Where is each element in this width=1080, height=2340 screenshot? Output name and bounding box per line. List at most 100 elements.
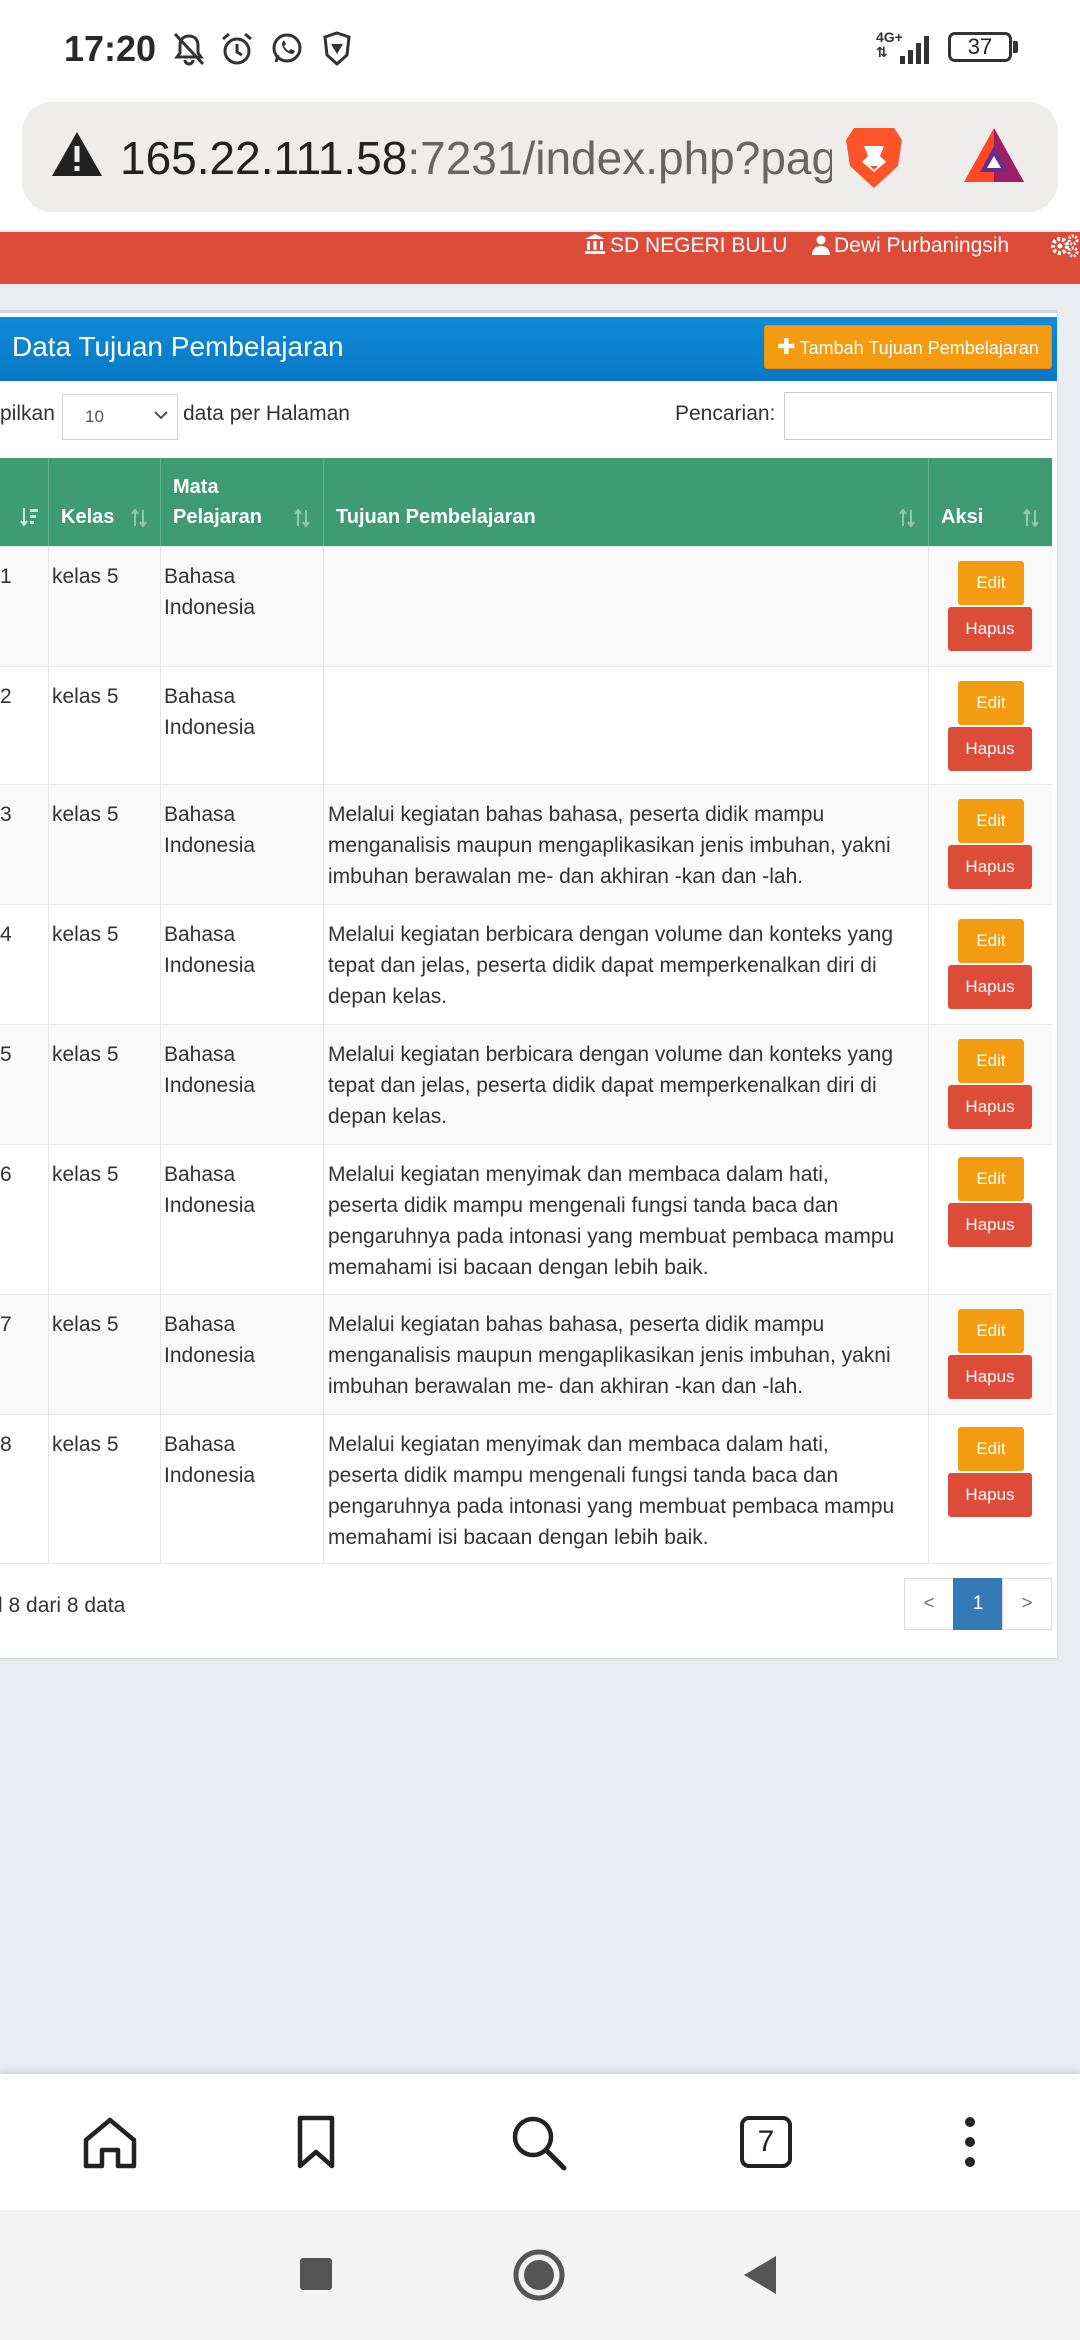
table-row: 7 kelas 5 Bahasa Indonesia Melalui kegia… (0, 1294, 1052, 1414)
back-icon[interactable] (740, 2254, 780, 2296)
delete-button[interactable]: Hapus (948, 1203, 1032, 1247)
table-row: 3 kelas 5 Bahasa Indonesia Melalui kegia… (0, 784, 1052, 904)
cell-no: 4 (0, 923, 12, 946)
home-nav-icon[interactable] (512, 2248, 566, 2302)
cell-no: 7 (0, 1313, 12, 1336)
pagination-page-1[interactable]: 1 (953, 1578, 1003, 1630)
edit-button[interactable]: Edit (958, 681, 1024, 725)
length-suffix: data per Halaman (183, 402, 350, 425)
cell-tujuan: Melalui kegiatan berbicara dengan volume… (328, 923, 894, 1008)
search-label: Pencarian: (675, 402, 776, 425)
search-input[interactable] (784, 392, 1052, 440)
sort-icon (294, 508, 310, 528)
school-link[interactable]: SD NEGERI BULU (584, 232, 787, 284)
cell-no: 1 (0, 565, 12, 588)
system-nav-bar (0, 2210, 1080, 2340)
col-header-mapel[interactable]: Mata Pelajaran (160, 458, 323, 546)
delete-button[interactable]: Hapus (948, 1355, 1032, 1399)
cell-no: 5 (0, 1043, 12, 1066)
browser-bottom-bar: 7 (0, 2074, 1080, 2210)
cell-tujuan: Melalui kegiatan bahas bahasa, peserta d… (328, 803, 891, 888)
add-objective-button[interactable]: ✚ Tambah Tujuan Pembelajaran (764, 325, 1052, 369)
edit-button[interactable]: Edit (958, 1309, 1024, 1353)
sort-active-icon (20, 508, 38, 527)
cell-no: 2 (0, 685, 12, 708)
home-icon[interactable] (80, 2112, 140, 2172)
page-length-select[interactable]: 10 (62, 394, 178, 440)
table-row: 4 kelas 5 Bahasa Indonesia Melalui kegia… (0, 904, 1052, 1024)
whatsapp-icon (272, 33, 302, 63)
delete-button[interactable]: Hapus (948, 607, 1032, 651)
col-header-aksi[interactable]: Aksi (928, 458, 1052, 546)
delete-button[interactable]: Hapus (948, 727, 1032, 771)
pagination-prev[interactable]: < (904, 1578, 954, 1630)
cell-tujuan: Melalui kegiatan berbicara dengan volume… (328, 1043, 894, 1128)
cell-mapel: Bahasa Indonesia (164, 565, 256, 619)
cell-kelas: kelas 5 (52, 685, 119, 708)
cell-kelas: kelas 5 (52, 803, 119, 826)
cell-mapel: Bahasa Indonesia (164, 1043, 256, 1097)
panel-title: Data Tujuan Pembelajaran (12, 331, 344, 362)
user-icon (812, 235, 830, 255)
notifications-off-icon (173, 32, 205, 66)
edit-button[interactable]: Edit (958, 1427, 1024, 1471)
address-bar[interactable]: 165.22.111.58:7231/index.php?pag (22, 102, 1058, 212)
edit-button[interactable]: Edit (958, 1039, 1024, 1083)
table-row: 1 kelas 5 Bahasa Indonesia Edit Hapus (0, 546, 1052, 666)
table-row: 8 kelas 5 Bahasa Indonesia Melalui kegia… (0, 1414, 1052, 1564)
status-time: 17:20 (64, 28, 157, 69)
edit-button[interactable]: Edit (958, 1157, 1024, 1201)
cell-tujuan: Melalui kegiatan bahas bahasa, peserta d… (328, 1313, 891, 1398)
col-header-tujuan[interactable]: Tujuan Pembelajaran (323, 458, 928, 546)
edit-button[interactable]: Edit (958, 561, 1024, 605)
cell-mapel: Bahasa Indonesia (164, 1313, 256, 1367)
col-header-no[interactable] (0, 458, 48, 546)
delete-button[interactable]: Hapus (948, 845, 1032, 889)
cell-kelas: kelas 5 (52, 1163, 119, 1186)
cell-kelas: kelas 5 (52, 565, 119, 588)
delete-button[interactable]: Hapus (948, 965, 1032, 1009)
warning-icon[interactable] (50, 130, 104, 178)
alarm-icon (222, 32, 252, 65)
user-menu[interactable]: Dewi Purbaningsih (812, 232, 1009, 284)
cell-no: 3 (0, 803, 12, 826)
cell-mapel: Bahasa Indonesia (164, 1433, 256, 1487)
edit-button[interactable]: Edit (958, 919, 1024, 963)
panel-header: Data Tujuan Pembelajaran ✚ Tambah Tujuan … (0, 317, 1057, 381)
status-bar: 17:20 4G+ ⇅ 37 (0, 0, 1080, 100)
col-header-kelas[interactable]: Kelas (48, 458, 160, 546)
col-header-mapel-label: Mata Pelajaran (173, 476, 262, 528)
pagination-next[interactable]: > (1002, 1578, 1052, 1630)
chevron-down-icon (154, 411, 168, 420)
length-prefix: pilkan (0, 402, 55, 425)
user-name: Dewi Purbaningsih (834, 234, 1010, 257)
url-text[interactable]: 165.22.111.58:7231/index.php?pag (120, 130, 832, 186)
cell-mapel: Bahasa Indonesia (164, 803, 256, 857)
tab-switcher-button[interactable]: 7 (740, 2116, 792, 2168)
cell-mapel: Bahasa Indonesia (164, 923, 256, 977)
browser-toolbar: 165.22.111.58:7231/index.php?pag (0, 100, 1080, 230)
settings-gears-icon[interactable] (1050, 234, 1080, 258)
cell-tujuan: Melalui kegiatan menyimak dan membaca da… (328, 1163, 895, 1279)
sort-icon (899, 508, 915, 528)
institution-icon (585, 234, 605, 254)
cell-mapel: Bahasa Indonesia (164, 685, 256, 739)
cell-no: 8 (0, 1433, 12, 1456)
bookmark-icon[interactable] (286, 2112, 346, 2172)
more-options-icon[interactable] (940, 2112, 1000, 2172)
table-header: Kelas Mata Pelajaran Tujuan Pembelajaran … (0, 458, 1052, 546)
table-row: 2 kelas 5 Bahasa Indonesia Edit Hapus (0, 666, 1052, 784)
cell-kelas: kelas 5 (52, 1433, 119, 1456)
battery-tip (1013, 41, 1018, 53)
edit-button[interactable]: Edit (958, 799, 1024, 843)
brave-lion-icon[interactable] (842, 122, 906, 192)
table-row: 6 kelas 5 Bahasa Indonesia Melalui kegia… (0, 1144, 1052, 1294)
delete-button[interactable]: Hapus (948, 1085, 1032, 1129)
brave-rewards-icon[interactable] (962, 126, 1026, 186)
delete-button[interactable]: Hapus (948, 1473, 1032, 1517)
search-icon[interactable] (508, 2112, 568, 2172)
cell-no: 6 (0, 1163, 12, 1186)
cell-tujuan: Melalui kegiatan menyimak dan membaca da… (328, 1433, 895, 1549)
table-row: 5 kelas 5 Bahasa Indonesia Melalui kegia… (0, 1024, 1052, 1144)
recents-icon[interactable] (298, 2256, 334, 2292)
